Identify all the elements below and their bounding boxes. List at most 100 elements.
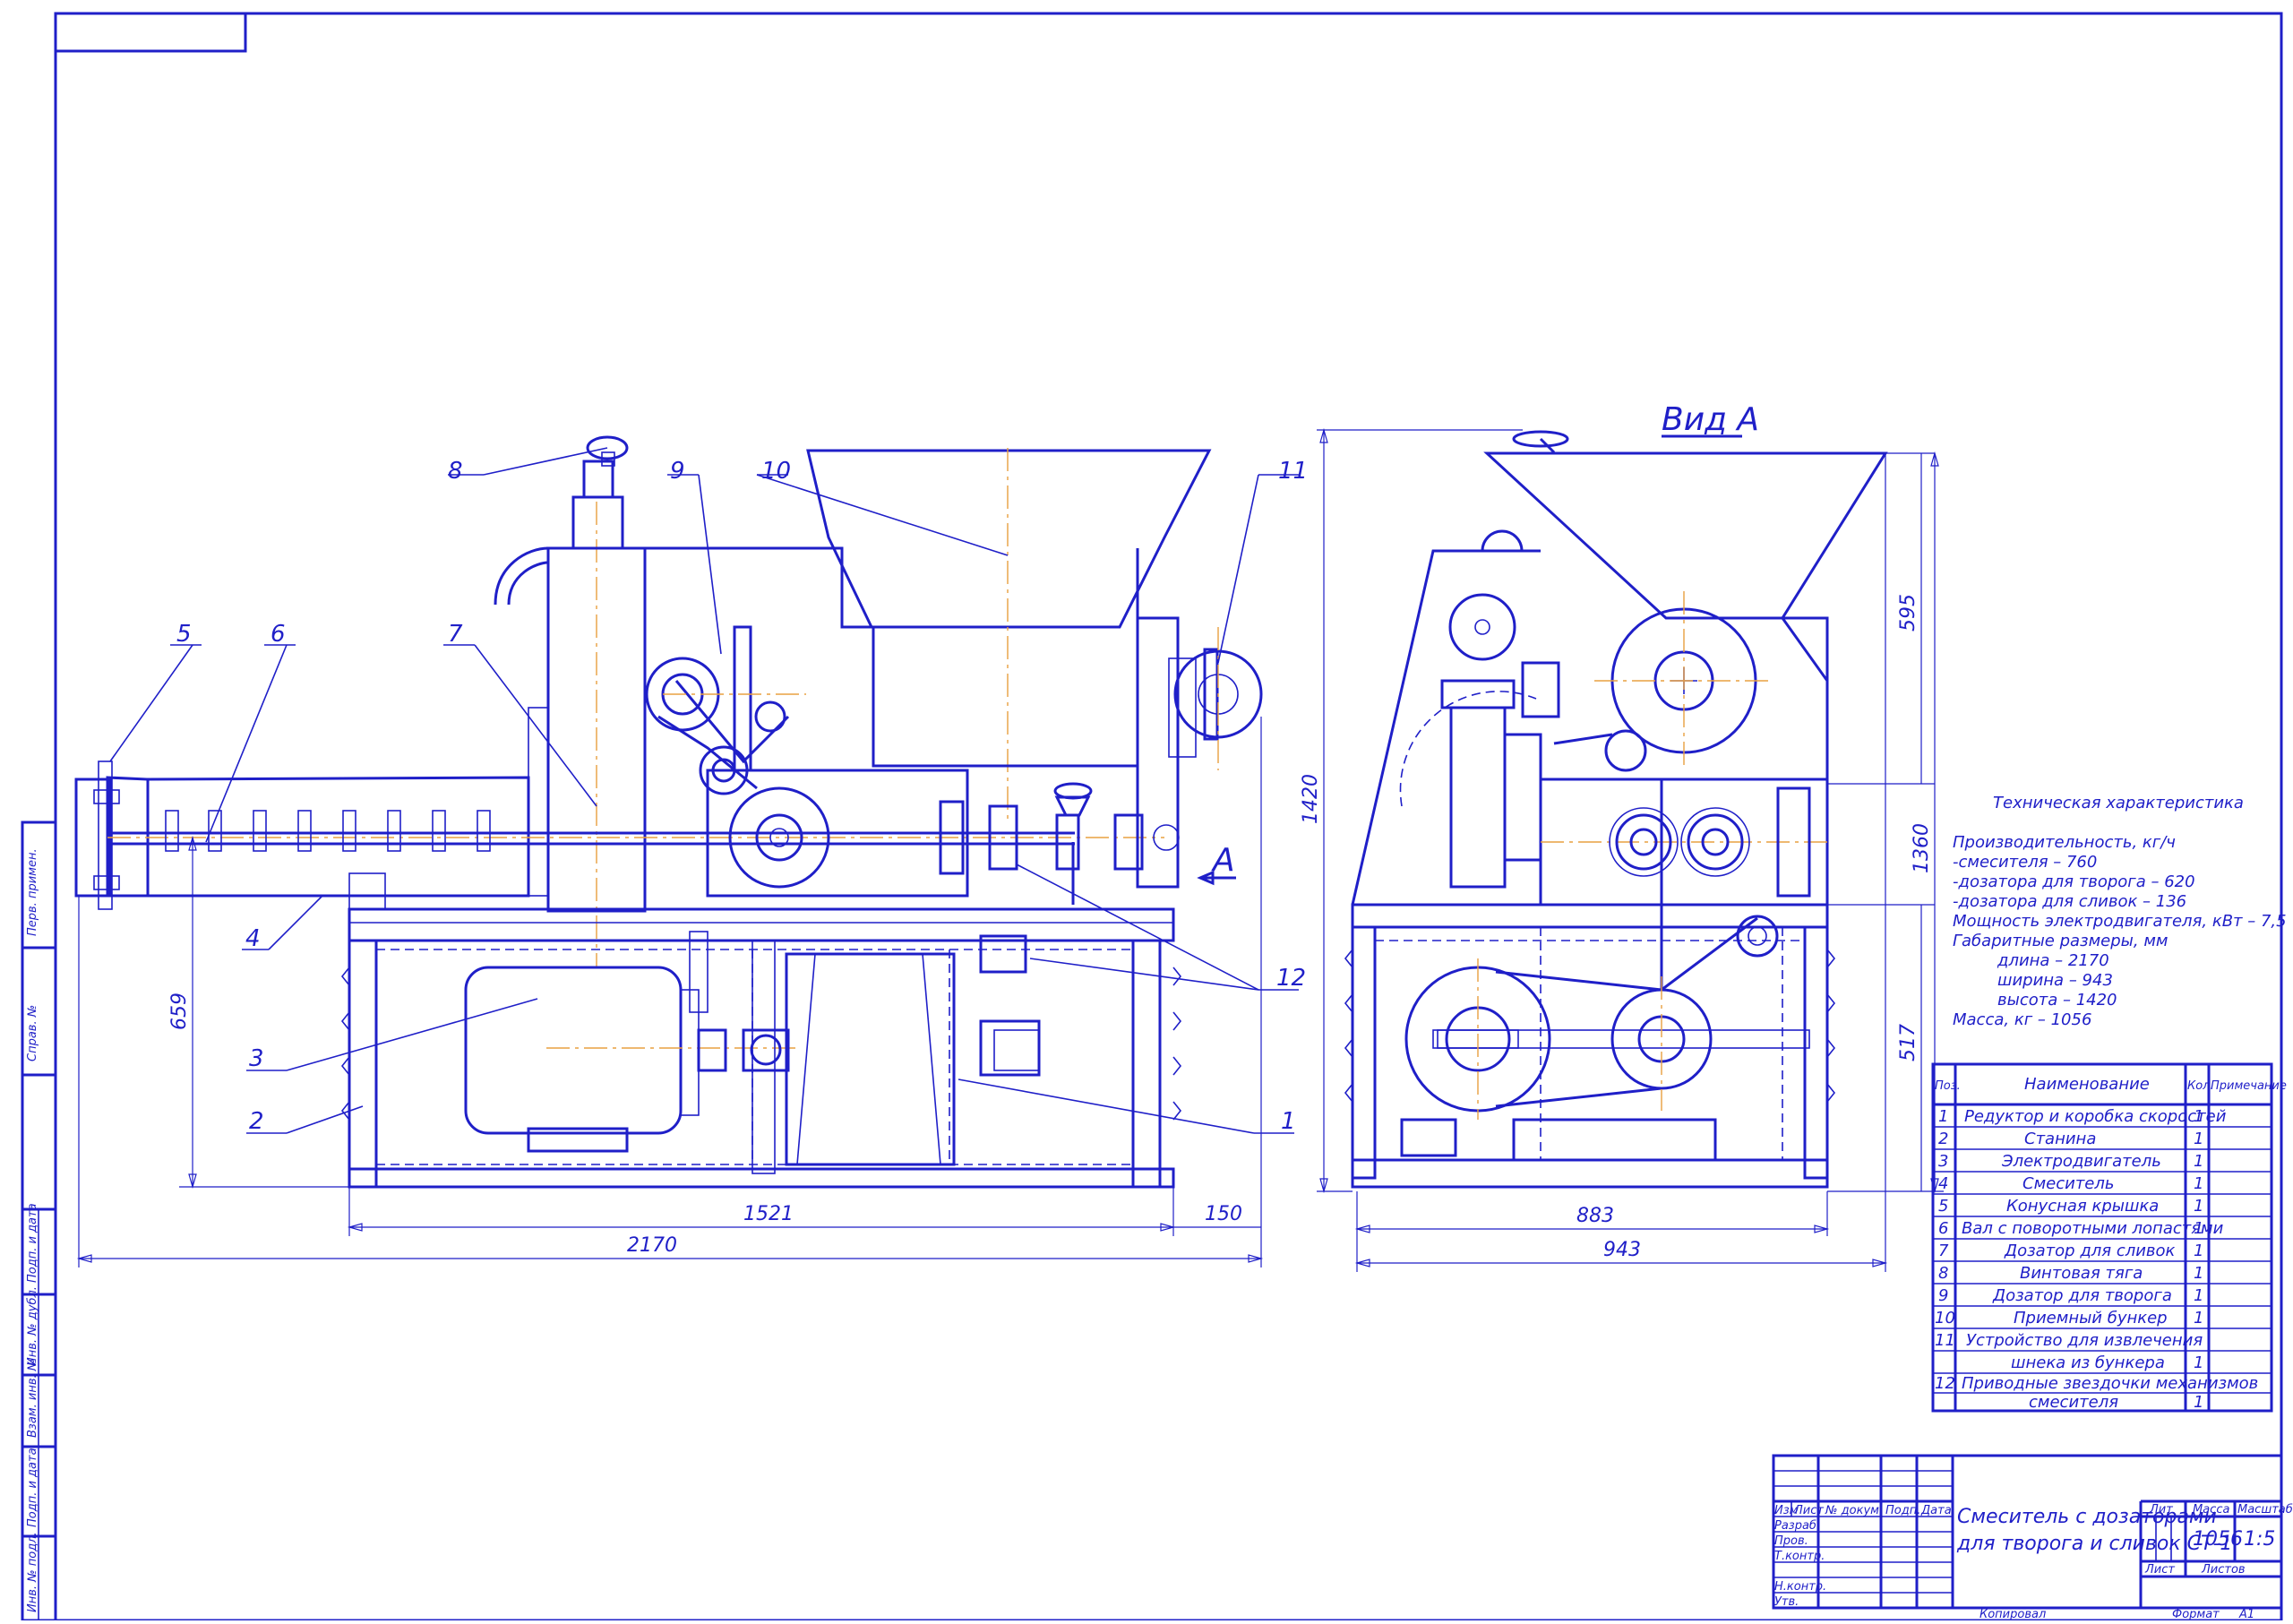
sheets-label: Листов: [2201, 1563, 2246, 1577]
spec-row-pos: 1: [1938, 1107, 1948, 1126]
callout-2: 2: [249, 1108, 264, 1135]
rev-col-date: Дата: [1920, 1504, 1952, 1517]
rev-col-list: Лист: [1793, 1504, 1824, 1517]
stamp-first-use: Перв. примен.: [26, 848, 39, 936]
dim-1420: 1420: [1300, 774, 1322, 824]
role-tech-control: Т.контр.: [1774, 1550, 1825, 1563]
tech-line: Габаритные размеры, мм: [1953, 932, 2168, 950]
spec-row-qty: 1: [2194, 1242, 2203, 1260]
stamp-ref-no: Справ. №: [26, 1005, 39, 1061]
spec-row-qty: 1: [2194, 1197, 2203, 1216]
callout-7: 7: [448, 621, 463, 648]
callout-4: 4: [245, 925, 261, 952]
front-dimensions: 2170 1521 150 659: [76, 717, 1264, 1267]
role-norm-control: Н.контр.: [1774, 1580, 1826, 1594]
front-view: [74, 435, 1263, 1189]
callout-10: 10: [761, 458, 791, 485]
engineering-drawing: Перв. примен. Справ. № Подп. и дата Инв.…: [21, 12, 2293, 1622]
spec-row-name: Винтовая тяга: [2020, 1264, 2143, 1283]
col-lit: Лит: [2149, 1503, 2173, 1517]
dim-1360: 1360: [1911, 823, 1933, 873]
drawing-sheet: Перв. примен. Справ. № Подп. и дата Инв.…: [0, 0, 2293, 1622]
spec-row-pos: 4: [1938, 1174, 1948, 1193]
spec-header-name: Наименование: [2024, 1075, 2150, 1094]
spec-header-note: Примечание: [2211, 1079, 2287, 1093]
spec-row-qty: 1: [2194, 1393, 2203, 1412]
sheet-label: Лист: [2144, 1563, 2175, 1577]
callout-5: 5: [176, 621, 192, 648]
spec-row-pos: 7: [1938, 1242, 1949, 1260]
tech-line: длина – 2170: [1997, 951, 2109, 970]
mixer-trough: [146, 776, 530, 898]
callout-11: 11: [1278, 458, 1308, 485]
dim-883: 883: [1576, 1205, 1614, 1227]
spec-row-pos: 5: [1938, 1197, 1948, 1216]
dim-659: 659: [168, 992, 191, 1030]
tech-characteristics: Техническая характеристика Производитель…: [1953, 794, 2287, 1029]
spec-row-qty: 1: [2194, 1152, 2203, 1171]
rev-col-doc: № докум.: [1825, 1504, 1883, 1517]
tech-line: Масса, кг – 1056: [1953, 1010, 2091, 1029]
tech-line: -дозатора для творога – 620: [1953, 872, 2195, 891]
mass-value: 1056: [2193, 1528, 2243, 1551]
spec-table: Поз. Наименование Кол. Примечание 1 Реду…: [1931, 1062, 2287, 1413]
stamp-sign-date-2: Подп. и дата: [26, 1448, 39, 1527]
col-scale: Масштаб: [2237, 1503, 2293, 1517]
reducer: [785, 952, 956, 1166]
dim-2170: 2170: [627, 1234, 677, 1257]
spec-row-pos: 9: [1938, 1286, 1948, 1305]
front-callouts: 10 8 9 11 7 5 6 4 3 2 1 12 А: [109, 447, 1308, 1135]
spec-row-qty: 1: [2194, 1107, 2203, 1126]
role-developer: Разраб.: [1774, 1519, 1820, 1533]
stamp-dup-inv: Инв. № дубл.: [26, 1286, 39, 1366]
dim-517: 517: [1897, 1024, 1919, 1061]
dim-595: 595: [1897, 594, 1919, 632]
spec-row-name: Конусная крышка: [2006, 1197, 2159, 1216]
spec-row-name: шнека из бункера: [2011, 1353, 2165, 1372]
spec-row-pos: 3: [1938, 1152, 1948, 1171]
stamp-sign-date-1: Подп. и дата: [26, 1203, 39, 1283]
spec-row-name: Приводные звездочки механизмов: [1962, 1374, 2258, 1393]
callout-8: 8: [448, 458, 463, 485]
title-block: Изм Лист № докум. Подп. Дата Разраб. Про…: [1772, 1454, 2293, 1621]
spec-row-qty: 1: [2194, 1174, 2203, 1193]
spec-row-name: Станина: [2024, 1130, 2096, 1148]
spec-row-pos: 8: [1938, 1264, 1948, 1283]
role-checker: Пров.: [1774, 1534, 1808, 1548]
spec-header-pos: Поз.: [1935, 1079, 1961, 1093]
view-a-dimensions: 1420 595 1360 517 883 943: [1300, 427, 1944, 1272]
view-a-hopper: [1483, 451, 1888, 620]
spec-row-qty: 1: [2194, 1130, 2203, 1148]
electric-motor: [464, 966, 683, 1135]
copied-label: Копировал: [1980, 1608, 2046, 1620]
dim-943: 943: [1603, 1239, 1641, 1261]
spec-row-name: Редуктор и коробка скоростей: [1964, 1107, 2227, 1126]
spec-row-qty: 1: [2194, 1264, 2203, 1283]
spec-row-qty: 1: [2194, 1309, 2203, 1328]
top-left-stamp: [54, 12, 247, 53]
spec-row-qty: 1: [2194, 1219, 2203, 1238]
view-a: Вид А: [1344, 401, 1888, 1189]
spec-row-pos: 10: [1935, 1309, 1955, 1328]
drawing-title-line2: для творога и сливок СТ-1: [1956, 1533, 2232, 1555]
callout-9: 9: [670, 458, 685, 485]
side-stamps: Перв. примен. Справ. № Подп. и дата Инв.…: [21, 821, 57, 1622]
spec-row-name: Вал с поворотными лопастями: [1962, 1219, 2224, 1238]
section-arrow-label: А: [1211, 842, 1235, 879]
spec-row-pos: 6: [1938, 1219, 1948, 1238]
callout-6: 6: [271, 621, 286, 648]
callout-3: 3: [249, 1045, 264, 1072]
tech-line: ширина – 943: [1997, 971, 2113, 990]
frame-top-rail: [348, 907, 1175, 942]
callout-1: 1: [1281, 1108, 1296, 1135]
rev-col-sign: Подп.: [1885, 1504, 1920, 1517]
view-a-title: Вид А: [1662, 401, 1759, 438]
tech-line: высота – 1420: [1997, 991, 2117, 1010]
scale-value: 1:5: [2244, 1528, 2275, 1551]
stamp-repl-inv: Взам. инв. №: [26, 1359, 39, 1438]
role-approver: Утв.: [1774, 1595, 1799, 1609]
format-value: A1: [2238, 1608, 2254, 1620]
spec-row-qty: 1: [2194, 1353, 2203, 1372]
spec-row-pos: 2: [1938, 1130, 1948, 1148]
format-label: Формат: [2172, 1608, 2220, 1620]
